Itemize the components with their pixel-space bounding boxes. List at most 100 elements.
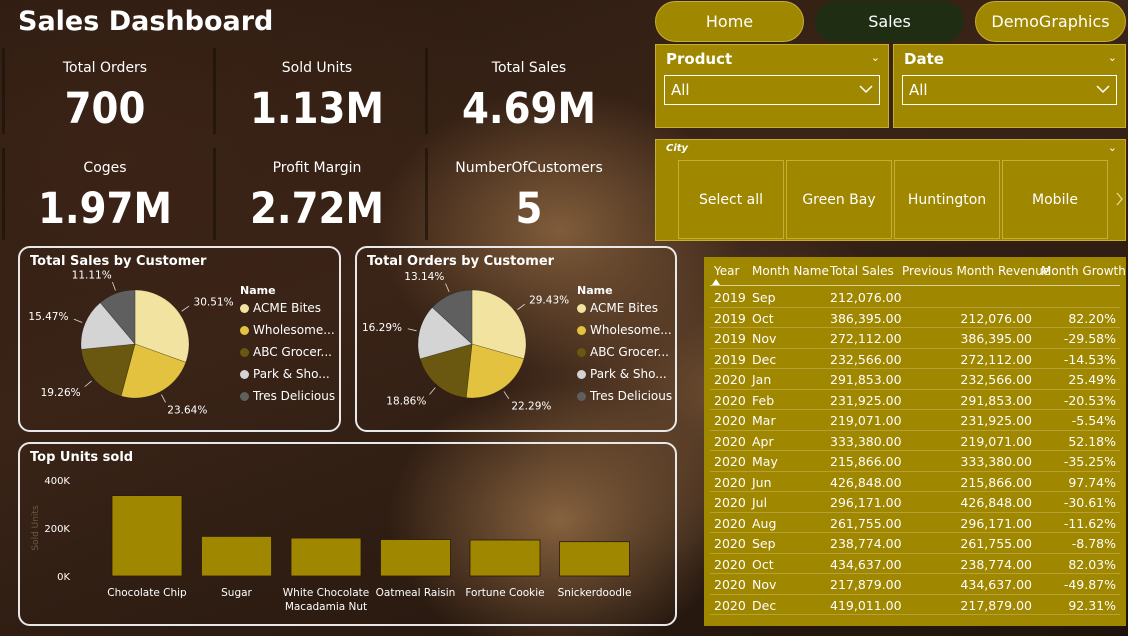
kpi-sold-units: Sold Units 1.13M xyxy=(212,60,422,134)
table-cell: 419,011.00 xyxy=(830,597,902,613)
table-row[interactable]: 2020 Dec 419,011.00 217,879.00 92.31% xyxy=(710,595,1120,615)
column-header-year[interactable]: Year xyxy=(714,264,739,278)
table-cell: 2020 xyxy=(714,413,746,428)
product-slicer-title: Product xyxy=(666,50,733,68)
table-row[interactable]: 2020 Apr 333,380.00 219,071.00 52.18% xyxy=(710,431,1120,451)
chevron-down-icon[interactable]: ⌄ xyxy=(1108,51,1117,64)
table-row[interactable]: 2020 Oct 434,637.00 238,774.00 82.03% xyxy=(710,554,1120,574)
sales-by-customer-pie: 30.51% 23.64% 19.26% 15.47% 11.11% xyxy=(28,269,234,416)
column-header-month[interactable]: Month Name xyxy=(752,264,829,278)
table-row[interactable]: 2019 Sep 212,076.00 xyxy=(710,287,1120,308)
pie-legend: Name ACME Bites Wholesome... ABC Grocer.… xyxy=(577,284,672,407)
table-cell: Mar xyxy=(752,413,776,428)
table-cell: -20.53% xyxy=(1063,392,1116,408)
table-row[interactable]: 2020 Jun 426,848.00 215,866.00 97.74% xyxy=(710,472,1120,492)
table-cell: 52.18% xyxy=(1068,433,1116,449)
legend-item[interactable]: Tres Delicious xyxy=(240,385,335,407)
table-cell: -35.25% xyxy=(1063,454,1116,469)
table-cell: 231,925.00 xyxy=(830,392,902,408)
column-header-total-sales[interactable]: Total Sales xyxy=(830,264,894,278)
chevron-down-icon[interactable]: ⌄ xyxy=(1108,141,1117,154)
table-cell: 238,774.00 xyxy=(830,536,902,551)
table-cell: 217,879.00 xyxy=(830,577,902,592)
table-cell: 212,076.00 xyxy=(960,310,1032,326)
chevron-down-icon[interactable]: ⌄ xyxy=(871,51,880,64)
table-row[interactable]: 2020 May 215,866.00 333,380.00 -35.25% xyxy=(710,451,1120,472)
pie-value-label: 13.14% xyxy=(404,271,444,283)
bar[interactable] xyxy=(469,539,541,577)
table-cell: 272,112.00 xyxy=(960,351,1032,367)
table-cell: 25.49% xyxy=(1068,372,1116,387)
column-header-previous-month[interactable]: Previous Month Revenue xyxy=(902,264,1050,278)
column-header-growth[interactable]: Month Growth xyxy=(1041,264,1126,278)
kpi-label: Total Sales xyxy=(491,60,567,76)
table-row[interactable]: 2020 Sep 238,774.00 261,755.00 -8.78% xyxy=(710,533,1120,554)
bar[interactable] xyxy=(201,536,272,577)
city-option-mobile[interactable]: Mobile xyxy=(1002,160,1108,239)
pie-value-label: 11.11% xyxy=(72,269,112,281)
table-cell: Jan xyxy=(752,372,772,387)
city-option-huntington[interactable]: Huntington xyxy=(894,160,1000,239)
kpi-total-sales: Total Sales 4.69M xyxy=(424,60,634,134)
city-option-green-bay[interactable]: Green Bay xyxy=(786,160,892,239)
legend-dot xyxy=(577,369,586,379)
legend-item[interactable]: Park & Sho... xyxy=(240,363,335,385)
table-cell: 97.74% xyxy=(1068,474,1116,490)
chevron-right-icon[interactable] xyxy=(1115,192,1124,206)
kpi-value: 1.13M xyxy=(250,84,384,134)
table-row[interactable]: 2020 Jul 296,171.00 426,848.00 -30.61% xyxy=(710,492,1120,513)
kpi-value: 4.69M xyxy=(462,84,596,134)
legend-item[interactable]: ABC Grocer... xyxy=(240,341,335,363)
nav-home-button[interactable]: Home xyxy=(655,1,804,42)
table-row[interactable]: 2019 Dec 232,566.00 272,112.00 -14.53% xyxy=(710,349,1120,369)
table-cell: 217,879.00 xyxy=(960,597,1032,613)
pie-value-label: 15.47% xyxy=(28,311,68,323)
legend-item[interactable]: Wholesome... xyxy=(240,319,335,341)
pie-value-label: 30.51% xyxy=(194,296,234,308)
date-dropdown[interactable]: All xyxy=(902,75,1117,105)
date-dropdown-value: All xyxy=(909,81,928,99)
legend-item[interactable]: ABC Grocer... xyxy=(577,341,672,363)
legend-label: ABC Grocer... xyxy=(590,345,669,359)
table-row[interactable]: 2020 Mar 219,071.00 231,925.00 -5.54% xyxy=(710,410,1120,431)
x-tick-label: Snickerdoodle xyxy=(558,587,632,599)
table-row[interactable]: 2019 Oct 386,395.00 212,076.00 82.20% xyxy=(710,308,1120,328)
nav-sales-button[interactable]: Sales xyxy=(815,1,964,42)
table-cell: 2020 xyxy=(714,495,746,510)
legend-item[interactable]: ACME Bites xyxy=(240,297,335,319)
x-tick-label: Sugar xyxy=(221,587,252,599)
table-row[interactable]: 2020 Feb 231,925.00 291,853.00 -20.53% xyxy=(710,390,1120,410)
table-cell: 215,866.00 xyxy=(960,474,1032,490)
table-row[interactable]: 2020 Aug 261,755.00 296,171.00 -11.62% xyxy=(710,513,1120,533)
kpi-value: 5 xyxy=(515,184,543,234)
legend-item[interactable]: Tres Delicious xyxy=(577,385,672,407)
table-cell: 2020 xyxy=(714,597,746,613)
product-dropdown[interactable]: All xyxy=(664,75,880,105)
table-cell: -29.58% xyxy=(1063,331,1116,346)
table-cell: 219,071.00 xyxy=(960,433,1032,449)
city-option-select-all[interactable]: Select all xyxy=(678,160,784,239)
chevron-down-icon xyxy=(1096,85,1110,94)
table-cell: 272,112.00 xyxy=(830,331,902,346)
kpi-number-of-customers: NumberOfCustomers 5 xyxy=(424,160,634,234)
table-cell: 2020 xyxy=(714,454,746,469)
legend-item[interactable]: Wholesome... xyxy=(577,319,672,341)
product-dropdown-value: All xyxy=(671,81,690,99)
x-tick-label: Fortune Cookie xyxy=(465,587,544,599)
legend-label: Tres Delicious xyxy=(590,389,673,403)
table-cell: 2019 xyxy=(714,331,746,346)
legend-item[interactable]: Park & Sho... xyxy=(577,363,672,385)
table-cell: 2020 xyxy=(714,515,746,531)
table-row[interactable]: 2020 Nov 217,879.00 434,637.00 -49.87% xyxy=(710,574,1120,595)
bar[interactable] xyxy=(559,541,630,577)
bar[interactable] xyxy=(111,495,183,577)
kpi-profit-margin: Profit Margin 2.72M xyxy=(212,160,422,234)
table-row[interactable]: 2020 Jan 291,853.00 232,566.00 25.49% xyxy=(710,369,1120,390)
bar[interactable] xyxy=(290,537,362,577)
nav-demographics-button[interactable]: DemoGraphics xyxy=(975,1,1126,42)
bar[interactable] xyxy=(380,539,451,577)
kpi-coges: Coges 1.97M xyxy=(0,160,210,234)
table-row[interactable]: 2019 Nov 272,112.00 386,395.00 -29.58% xyxy=(710,328,1120,349)
legend-dot xyxy=(240,391,249,401)
legend-item[interactable]: ACME Bites xyxy=(577,297,672,319)
